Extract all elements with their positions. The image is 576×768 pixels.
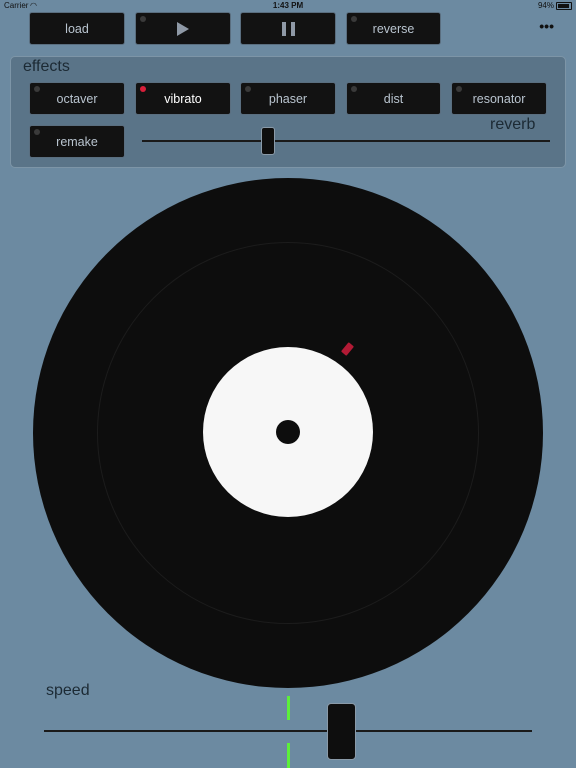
effect-button-label: vibrato [164,91,202,106]
effect-button-label: octaver [56,91,98,106]
speed-center-mark [287,743,290,768]
reverb-slider-track[interactable] [142,140,550,142]
pause-icon [281,21,295,36]
speed-slider-track[interactable] [44,730,532,732]
effect-button-label: remake [56,134,98,149]
effect-led [456,86,462,92]
effect-button-label: resonator [472,91,526,106]
battery-percent: 94% [537,1,554,10]
play-button[interactable] [135,12,231,45]
effect-led [140,86,146,92]
effect-led [351,86,357,92]
effect-led [34,86,40,92]
effect-button-vibrato[interactable]: vibrato [135,82,231,115]
reverse-led [351,16,357,22]
effect-button-label: dist [383,91,404,106]
speed-center-mark [287,696,290,720]
reverb-label: reverb [490,116,536,133]
play-icon [177,21,189,36]
record-spindle [276,420,300,444]
reverse-button-label: reverse [372,21,415,36]
effect-led [34,129,40,135]
status-bar: Carrier ◠ 1:43 PM 94% [0,0,576,12]
pause-button[interactable] [240,12,336,45]
effect-button-octaver[interactable]: octaver [29,82,125,115]
effect-button-label: phaser [268,91,308,106]
effect-button-resonator[interactable]: resonator [451,82,547,115]
effects-title: effects [23,58,70,75]
speed-slider-thumb[interactable] [327,703,357,760]
battery-icon [556,2,572,10]
load-button[interactable]: load [29,12,125,45]
effect-button-phaser[interactable]: phaser [240,82,336,115]
status-time: 1:43 PM [272,1,304,10]
reverb-slider-thumb[interactable] [261,127,276,155]
load-button-label: load [65,21,89,36]
effect-button-dist[interactable]: dist [346,82,441,115]
effect-button-remake[interactable]: remake [29,125,125,158]
reverse-button[interactable]: reverse [346,12,441,45]
effect-led [245,86,251,92]
more-icon[interactable]: ••• [539,18,554,34]
speed-label: speed [46,682,90,699]
play-led [140,16,146,22]
